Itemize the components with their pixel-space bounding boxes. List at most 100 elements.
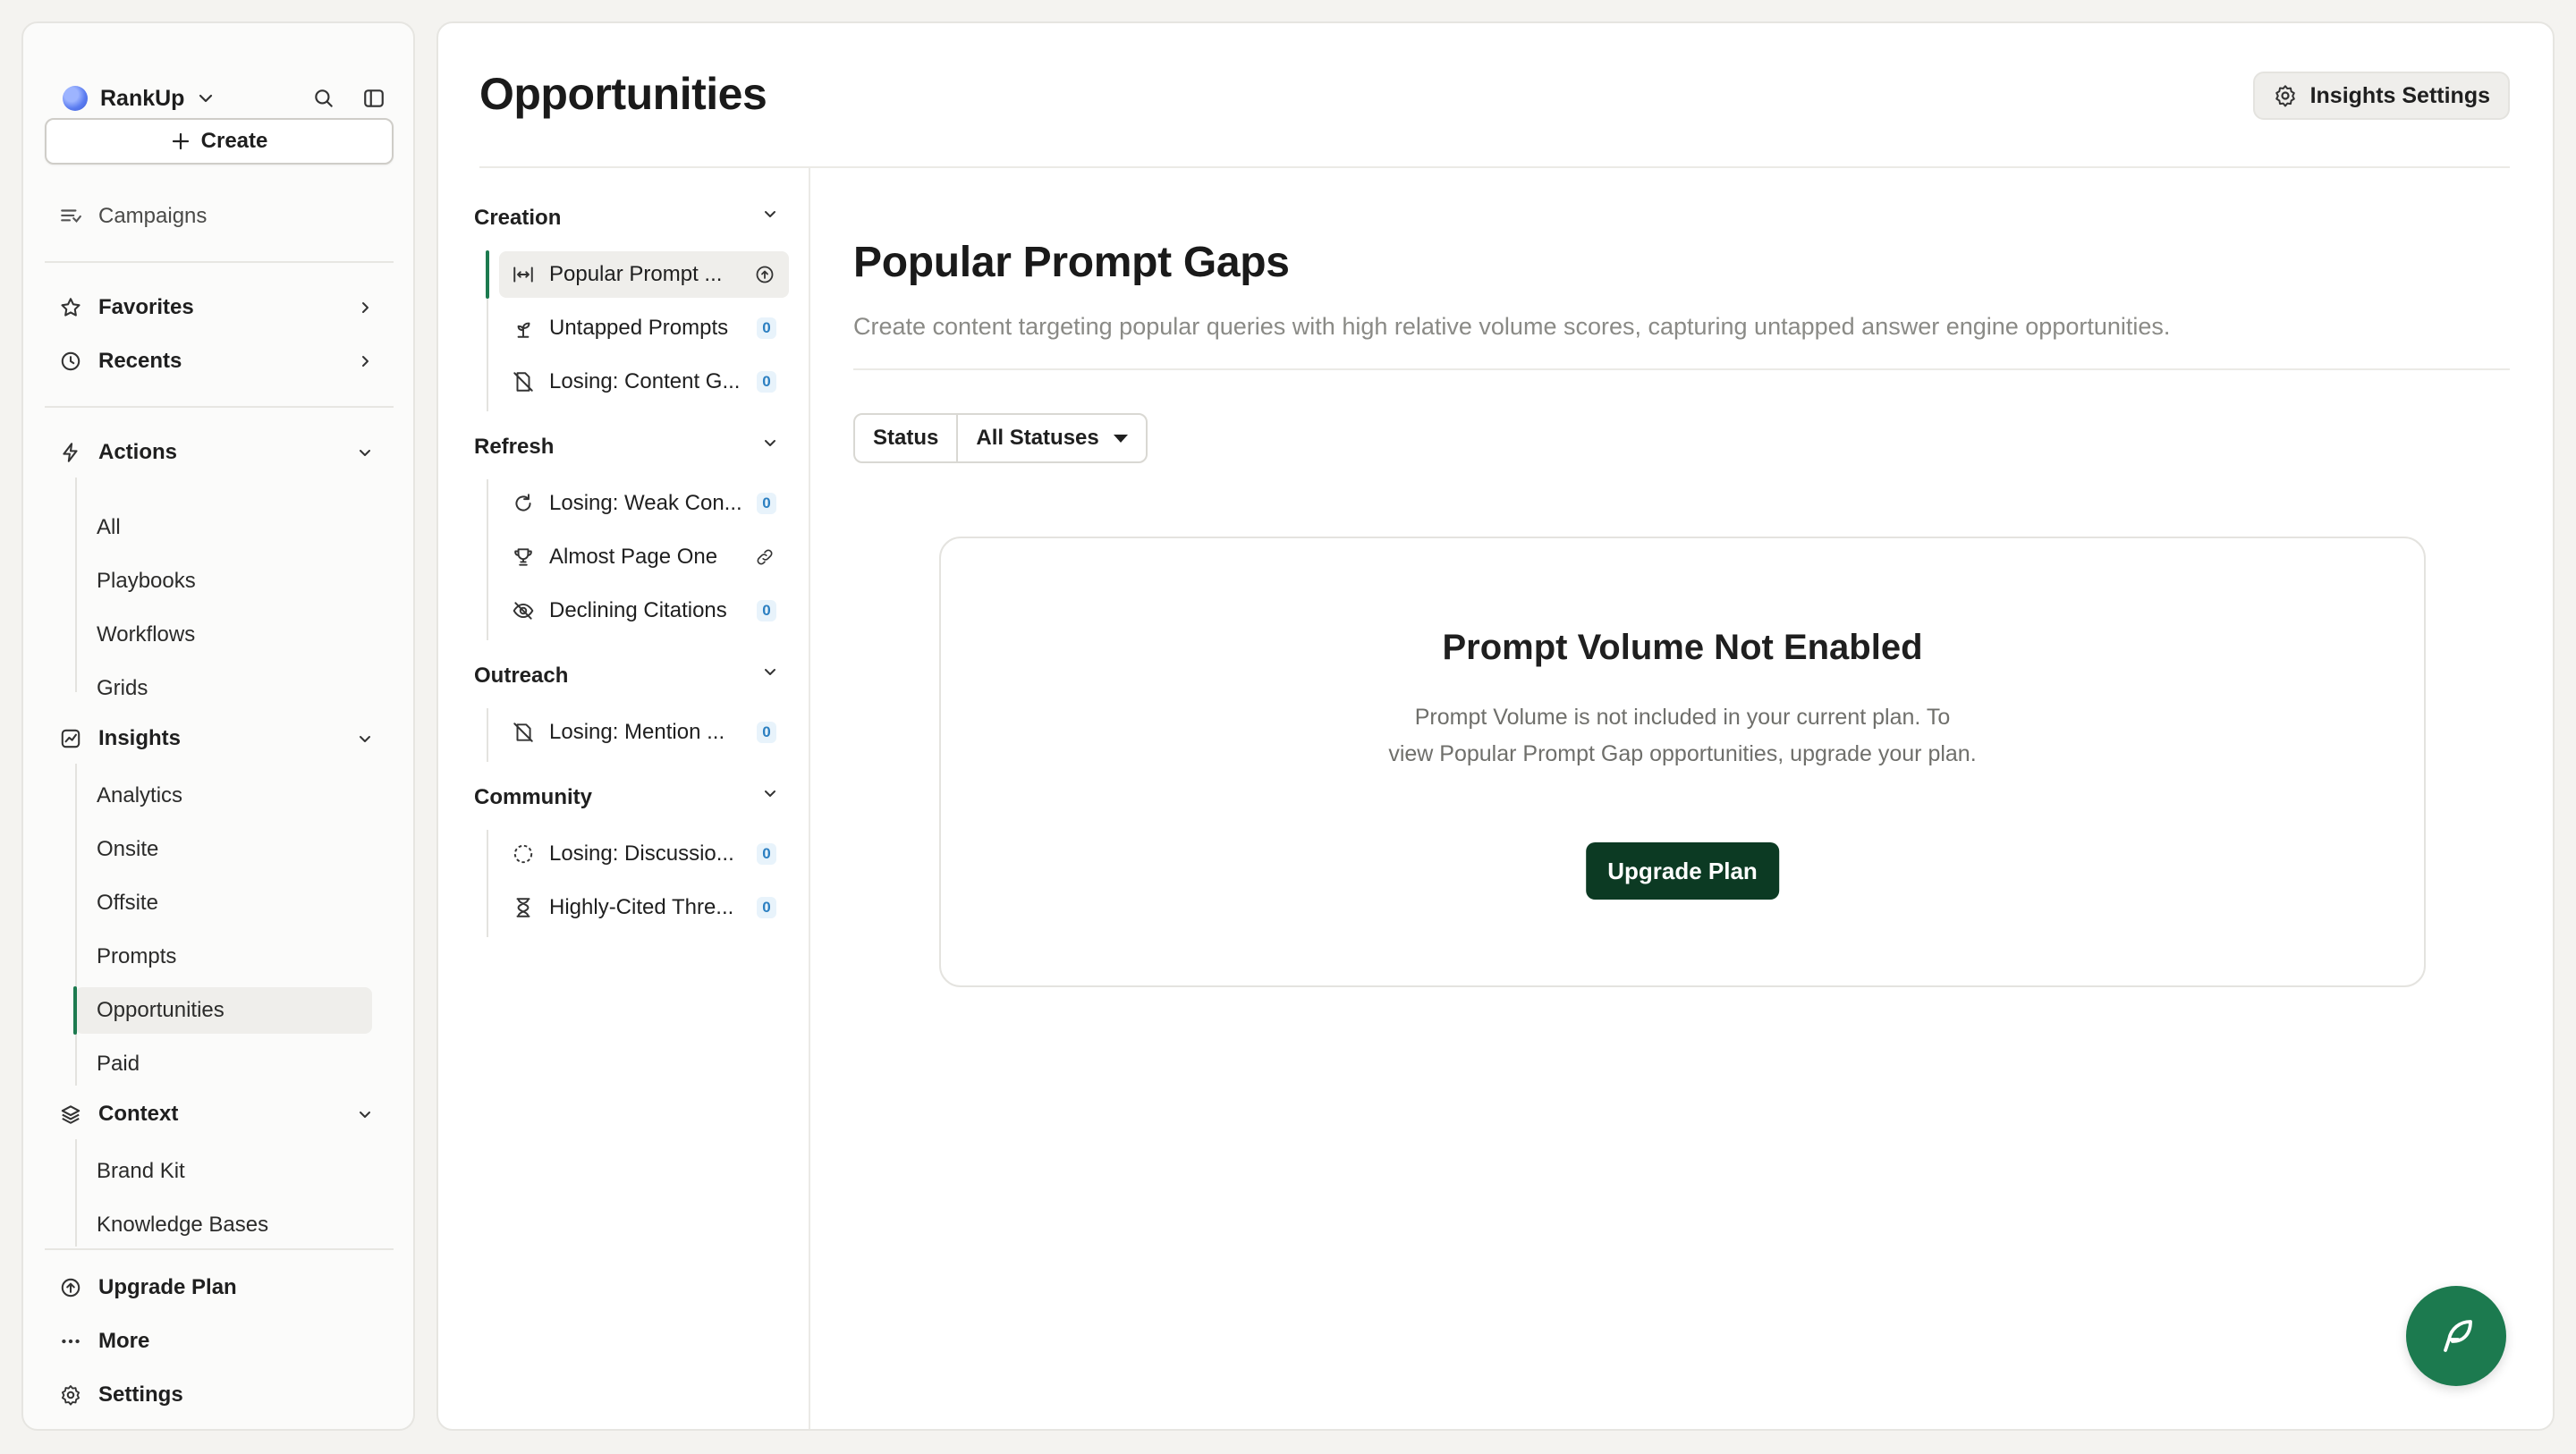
sidebar-item-context[interactable]: Context (57, 1095, 394, 1134)
gear-icon (57, 1382, 84, 1408)
create-label: Create (200, 129, 268, 153)
trophy-icon (510, 544, 537, 571)
sidebar-item-label: Recents (98, 349, 182, 373)
category-community[interactable]: Community (474, 778, 778, 817)
sidebar-item-label: Actions (98, 440, 178, 464)
insights-settings-label: Insights Settings (2309, 82, 2490, 108)
sprout-icon (510, 315, 537, 342)
status-filter-dropdown[interactable]: All Statuses (956, 415, 1145, 461)
category-creation[interactable]: Creation (474, 199, 778, 238)
opportunity-highly-cited-threads[interactable]: Highly-Cited Thre... 0 (499, 884, 789, 931)
sidebar-item-settings[interactable]: Settings (57, 1375, 394, 1415)
chevron-down-icon (352, 1102, 377, 1127)
assistant-fab[interactable] (2406, 1286, 2506, 1386)
status-filter-value: All Statuses (976, 426, 1099, 450)
bolt-icon (57, 439, 84, 466)
arrows-width-icon (510, 261, 537, 288)
insights-settings-button[interactable]: Insights Settings (2252, 72, 2510, 120)
sidebar-item-campaigns[interactable]: Campaigns (57, 197, 394, 236)
empty-state-title: Prompt Volume Not Enabled (1442, 628, 1923, 667)
sidebar-item-analytics[interactable]: Analytics (75, 773, 372, 819)
feather-icon (2435, 1315, 2478, 1357)
sidebar-item-playbooks[interactable]: Playbooks (75, 558, 372, 604)
sidebar-item-knowledge-bases[interactable]: Knowledge Bases (75, 1202, 372, 1248)
sidebar-item-recents[interactable]: Recents (57, 342, 394, 381)
opportunity-label: Losing: Mention ... (549, 720, 725, 744)
category-label: Community (474, 785, 592, 809)
sidebar-item-brand-kit[interactable]: Brand Kit (75, 1148, 372, 1195)
refresh-doc-icon (510, 490, 537, 517)
clock-icon (57, 348, 84, 375)
create-button[interactable]: Create (45, 118, 394, 165)
sidebar-item-opportunities[interactable]: Opportunities (75, 987, 372, 1034)
content-area: Popular Prompt Gaps Create content targe… (812, 168, 2553, 1429)
sidebar-item-label: More (98, 1329, 150, 1353)
sidebar-item-favorites[interactable]: Favorites (57, 288, 394, 327)
brand-logo (63, 86, 88, 111)
dashed-circle-icon (510, 841, 537, 867)
opportunity-label: Popular Prompt ... (549, 262, 723, 286)
active-indicator (486, 250, 489, 299)
chevron-down-icon (762, 785, 778, 801)
upgrade-plan-button[interactable]: Upgrade Plan (1586, 842, 1779, 900)
category-refresh[interactable]: Refresh (474, 427, 778, 467)
sidebar-item-offsite[interactable]: Offsite (75, 880, 372, 926)
sidebar-item-upgrade-plan[interactable]: Upgrade Plan (57, 1268, 394, 1307)
chevron-down-icon (762, 435, 778, 451)
star-icon (57, 294, 84, 321)
opportunity-almost-page-one[interactable]: Almost Page One (499, 534, 789, 580)
chevron-down-icon (197, 89, 215, 107)
mention-off-icon (510, 719, 537, 746)
sidebar-item-grids[interactable]: Grids (75, 665, 372, 712)
chevron-down-icon (352, 440, 377, 465)
category-rail (487, 708, 488, 762)
sidebar: RankUp Create Campaigns Favorites Recent… (21, 21, 415, 1431)
upgrade-icon (751, 261, 778, 288)
opportunity-losing-content-gaps[interactable]: Losing: Content G... 0 (499, 359, 789, 405)
page-title: Opportunities (479, 69, 767, 119)
chevron-down-icon (762, 206, 778, 222)
divider (45, 406, 394, 408)
category-outreach[interactable]: Outreach (474, 656, 778, 696)
count-badge: 0 (757, 897, 776, 918)
sidebar-item-insights[interactable]: Insights (57, 719, 394, 758)
chevron-down-icon (352, 726, 377, 751)
sidebar-item-label: Favorites (98, 295, 194, 319)
empty-state-line: Prompt Volume is not included in your cu… (1414, 705, 1951, 730)
count-badge: 0 (757, 600, 776, 621)
sidebar-toggle-icon[interactable] (360, 84, 388, 113)
workspace-switcher[interactable]: RankUp (63, 80, 215, 116)
layers-icon (57, 1101, 84, 1128)
count-badge: 0 (757, 317, 776, 339)
opportunity-losing-weak-content[interactable]: Losing: Weak Con... 0 (499, 480, 789, 527)
opportunity-label: Losing: Discussio... (549, 841, 734, 866)
opportunity-popular-prompt-gaps[interactable]: Popular Prompt ... (499, 251, 789, 298)
opportunity-categories: Creation Popular Prompt ... Untapped Pro… (438, 168, 810, 1429)
category-rail (487, 479, 488, 640)
search-icon[interactable] (309, 84, 338, 113)
chevron-down-icon (762, 664, 778, 680)
sidebar-item-prompts[interactable]: Prompts (75, 934, 372, 980)
opportunity-declining-citations[interactable]: Declining Citations 0 (499, 588, 789, 634)
category-label: Outreach (474, 664, 569, 688)
opportunity-losing-mention[interactable]: Losing: Mention ... 0 (499, 709, 789, 756)
sidebar-item-paid[interactable]: Paid (75, 1041, 372, 1087)
sidebar-item-workflows[interactable]: Workflows (75, 612, 372, 658)
caret-down-icon (1113, 434, 1128, 443)
sidebar-item-label: Campaigns (98, 204, 208, 228)
sidebar-item-onsite[interactable]: Onsite (75, 826, 372, 873)
category-label: Creation (474, 206, 562, 230)
divider (853, 368, 2510, 370)
sidebar-item-label: Upgrade Plan (98, 1275, 237, 1299)
sidebar-item-more[interactable]: More (57, 1322, 394, 1361)
sidebar-item-label: Context (98, 1102, 179, 1126)
gear-icon (2273, 83, 2298, 108)
opportunity-label: Untapped Prompts (549, 316, 729, 340)
sidebar-item-label: Settings (98, 1382, 183, 1407)
sidebar-item-all[interactable]: All (75, 504, 372, 551)
list-icon (57, 203, 84, 230)
opportunity-losing-discussions[interactable]: Losing: Discussio... 0 (499, 831, 789, 877)
opportunity-untapped-prompts[interactable]: Untapped Prompts 0 (499, 305, 789, 351)
hourglass-icon (510, 894, 537, 921)
sidebar-item-actions[interactable]: Actions (57, 433, 394, 472)
